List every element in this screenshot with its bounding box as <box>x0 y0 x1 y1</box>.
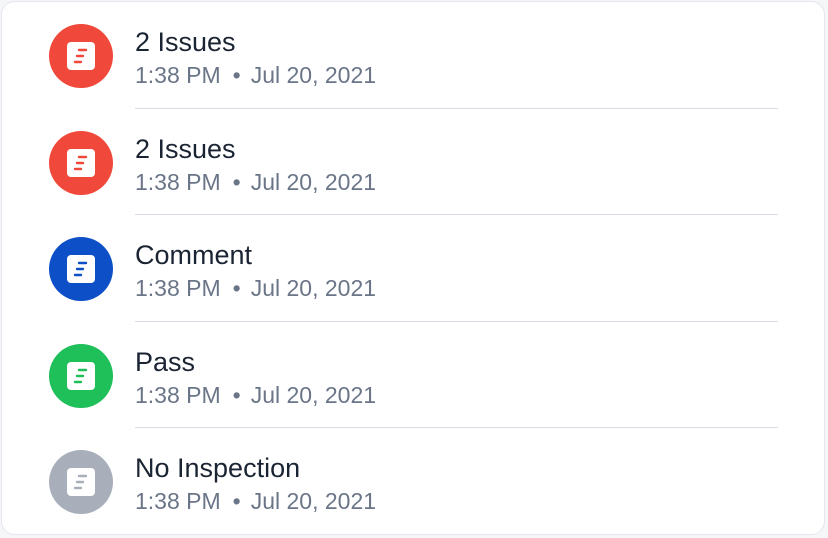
inspection-list: 2 Issues 1:38 PM • Jul 20, 2021 2 Issues 1… <box>2 2 824 534</box>
item-title: 2 Issues <box>135 133 236 164</box>
list-item[interactable]: Comment 1:38 PM • Jul 20, 2021 <box>2 215 824 322</box>
item-date: Jul 20, 2021 <box>250 275 377 301</box>
list-item[interactable]: No Inspection 1:38 PM • Jul 20, 2021 <box>2 428 824 534</box>
list-item[interactable]: Pass 1:38 PM • Jul 20, 2021 <box>2 322 824 428</box>
item-date: Jul 20, 2021 <box>250 62 377 88</box>
separator-dot: • <box>232 381 241 408</box>
status-icon-circle <box>49 237 113 301</box>
list-item[interactable]: 2 Issues 1:38 PM • Jul 20, 2021 <box>2 109 824 215</box>
status-icon-circle <box>49 343 113 408</box>
status-icon-circle <box>49 450 113 514</box>
item-timestamp: 1:38 PM • Jul 20, 2021 <box>135 61 376 89</box>
item-date: Jul 20, 2021 <box>250 488 377 514</box>
item-date: Jul 20, 2021 <box>250 381 377 408</box>
item-time: 1:38 PM <box>135 275 221 301</box>
document-icon <box>67 361 95 390</box>
item-timestamp: 1:38 PM • Jul 20, 2021 <box>135 381 376 409</box>
item-title: 2 Issues <box>135 27 236 57</box>
item-time: 1:38 PM <box>135 381 221 408</box>
item-time: 1:38 PM <box>135 168 221 195</box>
item-timestamp: 1:38 PM • Jul 20, 2021 <box>135 274 376 302</box>
list-item[interactable]: 2 Issues 1:38 PM • Jul 20, 2021 <box>2 2 824 109</box>
separator-dot: • <box>232 488 241 514</box>
inspection-list-card: 2 Issues 1:38 PM • Jul 20, 2021 2 Issues 1… <box>1 1 825 535</box>
item-title: Comment <box>135 240 253 270</box>
document-icon <box>67 148 95 177</box>
separator-dot: • <box>232 168 241 195</box>
item-timestamp: 1:38 PM • Jul 20, 2021 <box>135 168 376 196</box>
document-icon <box>67 42 95 70</box>
item-date: Jul 20, 2021 <box>250 168 377 195</box>
item-timestamp: 1:38 PM • Jul 20, 2021 <box>135 487 376 515</box>
separator-dot: • <box>232 62 241 88</box>
item-title: Pass <box>135 346 196 377</box>
document-icon <box>67 468 95 496</box>
status-icon-circle <box>49 24 113 88</box>
separator-dot: • <box>232 275 241 301</box>
item-time: 1:38 PM <box>135 62 221 88</box>
item-time: 1:38 PM <box>135 488 221 514</box>
document-icon <box>67 255 95 283</box>
status-icon-circle <box>49 130 113 195</box>
item-title: No Inspection <box>135 453 301 483</box>
